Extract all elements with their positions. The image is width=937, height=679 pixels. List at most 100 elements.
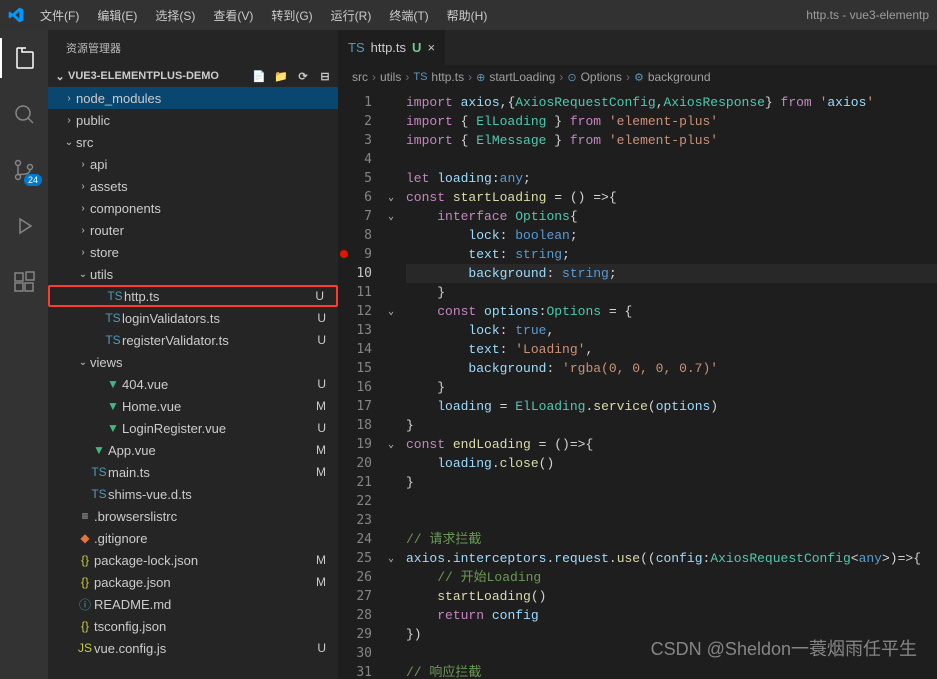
file-row[interactable]: TSregisterValidator.tsU bbox=[48, 329, 338, 351]
menu-item[interactable]: 终端(T) bbox=[381, 3, 436, 28]
fold-toggle[interactable] bbox=[388, 416, 406, 435]
new-folder-icon[interactable]: 📁 bbox=[272, 70, 290, 83]
fold-toggle[interactable] bbox=[388, 530, 406, 549]
menu-item[interactable]: 编辑(E) bbox=[89, 3, 145, 28]
refresh-icon[interactable]: ⟳ bbox=[294, 70, 312, 83]
git-status-U: U bbox=[317, 333, 326, 347]
file-row[interactable]: ▼App.vueM bbox=[48, 439, 338, 461]
fold-toggle[interactable] bbox=[388, 340, 406, 359]
file-row[interactable]: {}package.jsonM bbox=[48, 571, 338, 593]
folder-row[interactable]: ›public bbox=[48, 109, 338, 131]
fold-toggle[interactable] bbox=[388, 568, 406, 587]
fold-toggle[interactable] bbox=[388, 606, 406, 625]
folder-label: node_modules bbox=[76, 91, 161, 106]
fold-gutter[interactable]: ⌄⌄⌄⌄⌄ bbox=[388, 89, 406, 679]
folder-row[interactable]: ⌄utils bbox=[48, 263, 338, 285]
folder-row[interactable]: ⌄src bbox=[48, 131, 338, 153]
folder-label: api bbox=[90, 157, 107, 172]
fold-toggle[interactable]: ⌄ bbox=[388, 302, 406, 321]
folder-row[interactable]: ›router bbox=[48, 219, 338, 241]
file-row[interactable]: {}tsconfig.json bbox=[48, 615, 338, 637]
file-row[interactable]: ≡.browserslistrc bbox=[48, 505, 338, 527]
file-label: LoginRegister.vue bbox=[122, 421, 226, 436]
file-row[interactable]: ▼404.vueU bbox=[48, 373, 338, 395]
menu-item[interactable]: 选择(S) bbox=[147, 3, 203, 28]
breadcrumb-item[interactable]: src bbox=[352, 70, 368, 84]
menu-item[interactable]: 运行(R) bbox=[323, 3, 380, 28]
source-control-icon[interactable]: 24 bbox=[0, 150, 48, 190]
explorer-icon[interactable] bbox=[0, 38, 48, 78]
breadcrumb-item[interactable]: background bbox=[648, 70, 711, 84]
project-header[interactable]: ⌄ VUE3-ELEMENTPLUS-DEMO 📄 📁 ⟳ ⊟ bbox=[48, 65, 338, 87]
folder-row[interactable]: ›store bbox=[48, 241, 338, 263]
fold-toggle[interactable]: ⌄ bbox=[388, 188, 406, 207]
menu-item[interactable]: 文件(F) bbox=[32, 3, 87, 28]
extensions-icon[interactable] bbox=[0, 262, 48, 302]
breadcrumb-item[interactable]: Options bbox=[581, 70, 622, 84]
fold-toggle[interactable] bbox=[388, 454, 406, 473]
breadcrumb-item[interactable]: http.ts bbox=[431, 70, 464, 84]
file-row[interactable]: TShttp.tsU bbox=[48, 285, 338, 307]
fold-toggle[interactable]: ⌄ bbox=[388, 207, 406, 226]
folder-row[interactable]: ›node_modules bbox=[48, 87, 338, 109]
git-status-U: U bbox=[317, 311, 326, 325]
chevron-right-icon: › bbox=[62, 115, 76, 126]
fold-toggle[interactable] bbox=[388, 321, 406, 340]
menu-item[interactable]: 查看(V) bbox=[205, 3, 261, 28]
fold-toggle[interactable] bbox=[388, 283, 406, 302]
fold-toggle[interactable] bbox=[388, 359, 406, 378]
run-debug-icon[interactable] bbox=[0, 206, 48, 246]
fold-toggle[interactable] bbox=[388, 663, 406, 679]
breakpoint-icon[interactable] bbox=[340, 250, 348, 258]
fold-toggle[interactable]: ⌄ bbox=[388, 549, 406, 568]
file-label: registerValidator.ts bbox=[122, 333, 229, 348]
editor-area: TShttp.tsU× src›utils›TShttp.ts›⊕startLo… bbox=[338, 30, 937, 679]
fold-toggle[interactable] bbox=[388, 245, 406, 264]
fold-toggle[interactable] bbox=[388, 492, 406, 511]
new-file-icon[interactable]: 📄 bbox=[250, 70, 268, 83]
fold-toggle[interactable] bbox=[388, 131, 406, 150]
fold-toggle[interactable] bbox=[388, 378, 406, 397]
file-row[interactable]: ◆.gitignore bbox=[48, 527, 338, 549]
file-label: main.ts bbox=[108, 465, 150, 480]
file-row[interactable]: {}package-lock.jsonM bbox=[48, 549, 338, 571]
file-row[interactable]: TSmain.tsM bbox=[48, 461, 338, 483]
folder-row[interactable]: ⌄views bbox=[48, 351, 338, 373]
folder-row[interactable]: ›components bbox=[48, 197, 338, 219]
file-row[interactable]: JSvue.config.jsU bbox=[48, 637, 338, 659]
fold-toggle[interactable] bbox=[388, 169, 406, 188]
file-label: shims-vue.d.ts bbox=[108, 487, 192, 502]
fold-toggle[interactable]: ⌄ bbox=[388, 435, 406, 454]
window-title: http.ts - vue3-elementp bbox=[806, 8, 929, 22]
breadcrumb-item[interactable]: startLoading bbox=[489, 70, 555, 84]
menu-item[interactable]: 帮助(H) bbox=[439, 3, 496, 28]
fold-toggle[interactable] bbox=[388, 397, 406, 416]
breadcrumbs[interactable]: src›utils›TShttp.ts›⊕startLoading›⊙Optio… bbox=[338, 65, 937, 89]
fold-toggle[interactable] bbox=[388, 112, 406, 131]
breadcrumb-item[interactable]: utils bbox=[380, 70, 401, 84]
fold-toggle[interactable] bbox=[388, 150, 406, 169]
file-row[interactable]: TSloginValidators.tsU bbox=[48, 307, 338, 329]
collapse-all-icon[interactable]: ⊟ bbox=[316, 70, 334, 83]
fold-toggle[interactable] bbox=[388, 644, 406, 663]
close-icon[interactable]: × bbox=[427, 40, 435, 55]
file-label: .gitignore bbox=[94, 531, 147, 546]
fold-toggle[interactable] bbox=[388, 264, 406, 283]
folder-row[interactable]: ›assets bbox=[48, 175, 338, 197]
file-row[interactable]: TSshims-vue.d.ts bbox=[48, 483, 338, 505]
menu-item[interactable]: 转到(G) bbox=[263, 3, 320, 28]
fold-toggle[interactable] bbox=[388, 93, 406, 112]
code-content[interactable]: import axios,{AxiosRequestConfig,AxiosRe… bbox=[406, 89, 937, 679]
fold-toggle[interactable] bbox=[388, 226, 406, 245]
editor-tab[interactable]: TShttp.tsU× bbox=[338, 30, 446, 65]
fold-toggle[interactable] bbox=[388, 511, 406, 530]
fold-toggle[interactable] bbox=[388, 625, 406, 644]
line-gutter[interactable]: 1234567891011121314151617181920212223242… bbox=[338, 89, 388, 679]
file-row[interactable]: ▼Home.vueM bbox=[48, 395, 338, 417]
fold-toggle[interactable] bbox=[388, 587, 406, 606]
fold-toggle[interactable] bbox=[388, 473, 406, 492]
file-row[interactable]: ⓘREADME.md bbox=[48, 593, 338, 615]
folder-row[interactable]: ›api bbox=[48, 153, 338, 175]
search-icon[interactable] bbox=[0, 94, 48, 134]
file-row[interactable]: ▼LoginRegister.vueU bbox=[48, 417, 338, 439]
